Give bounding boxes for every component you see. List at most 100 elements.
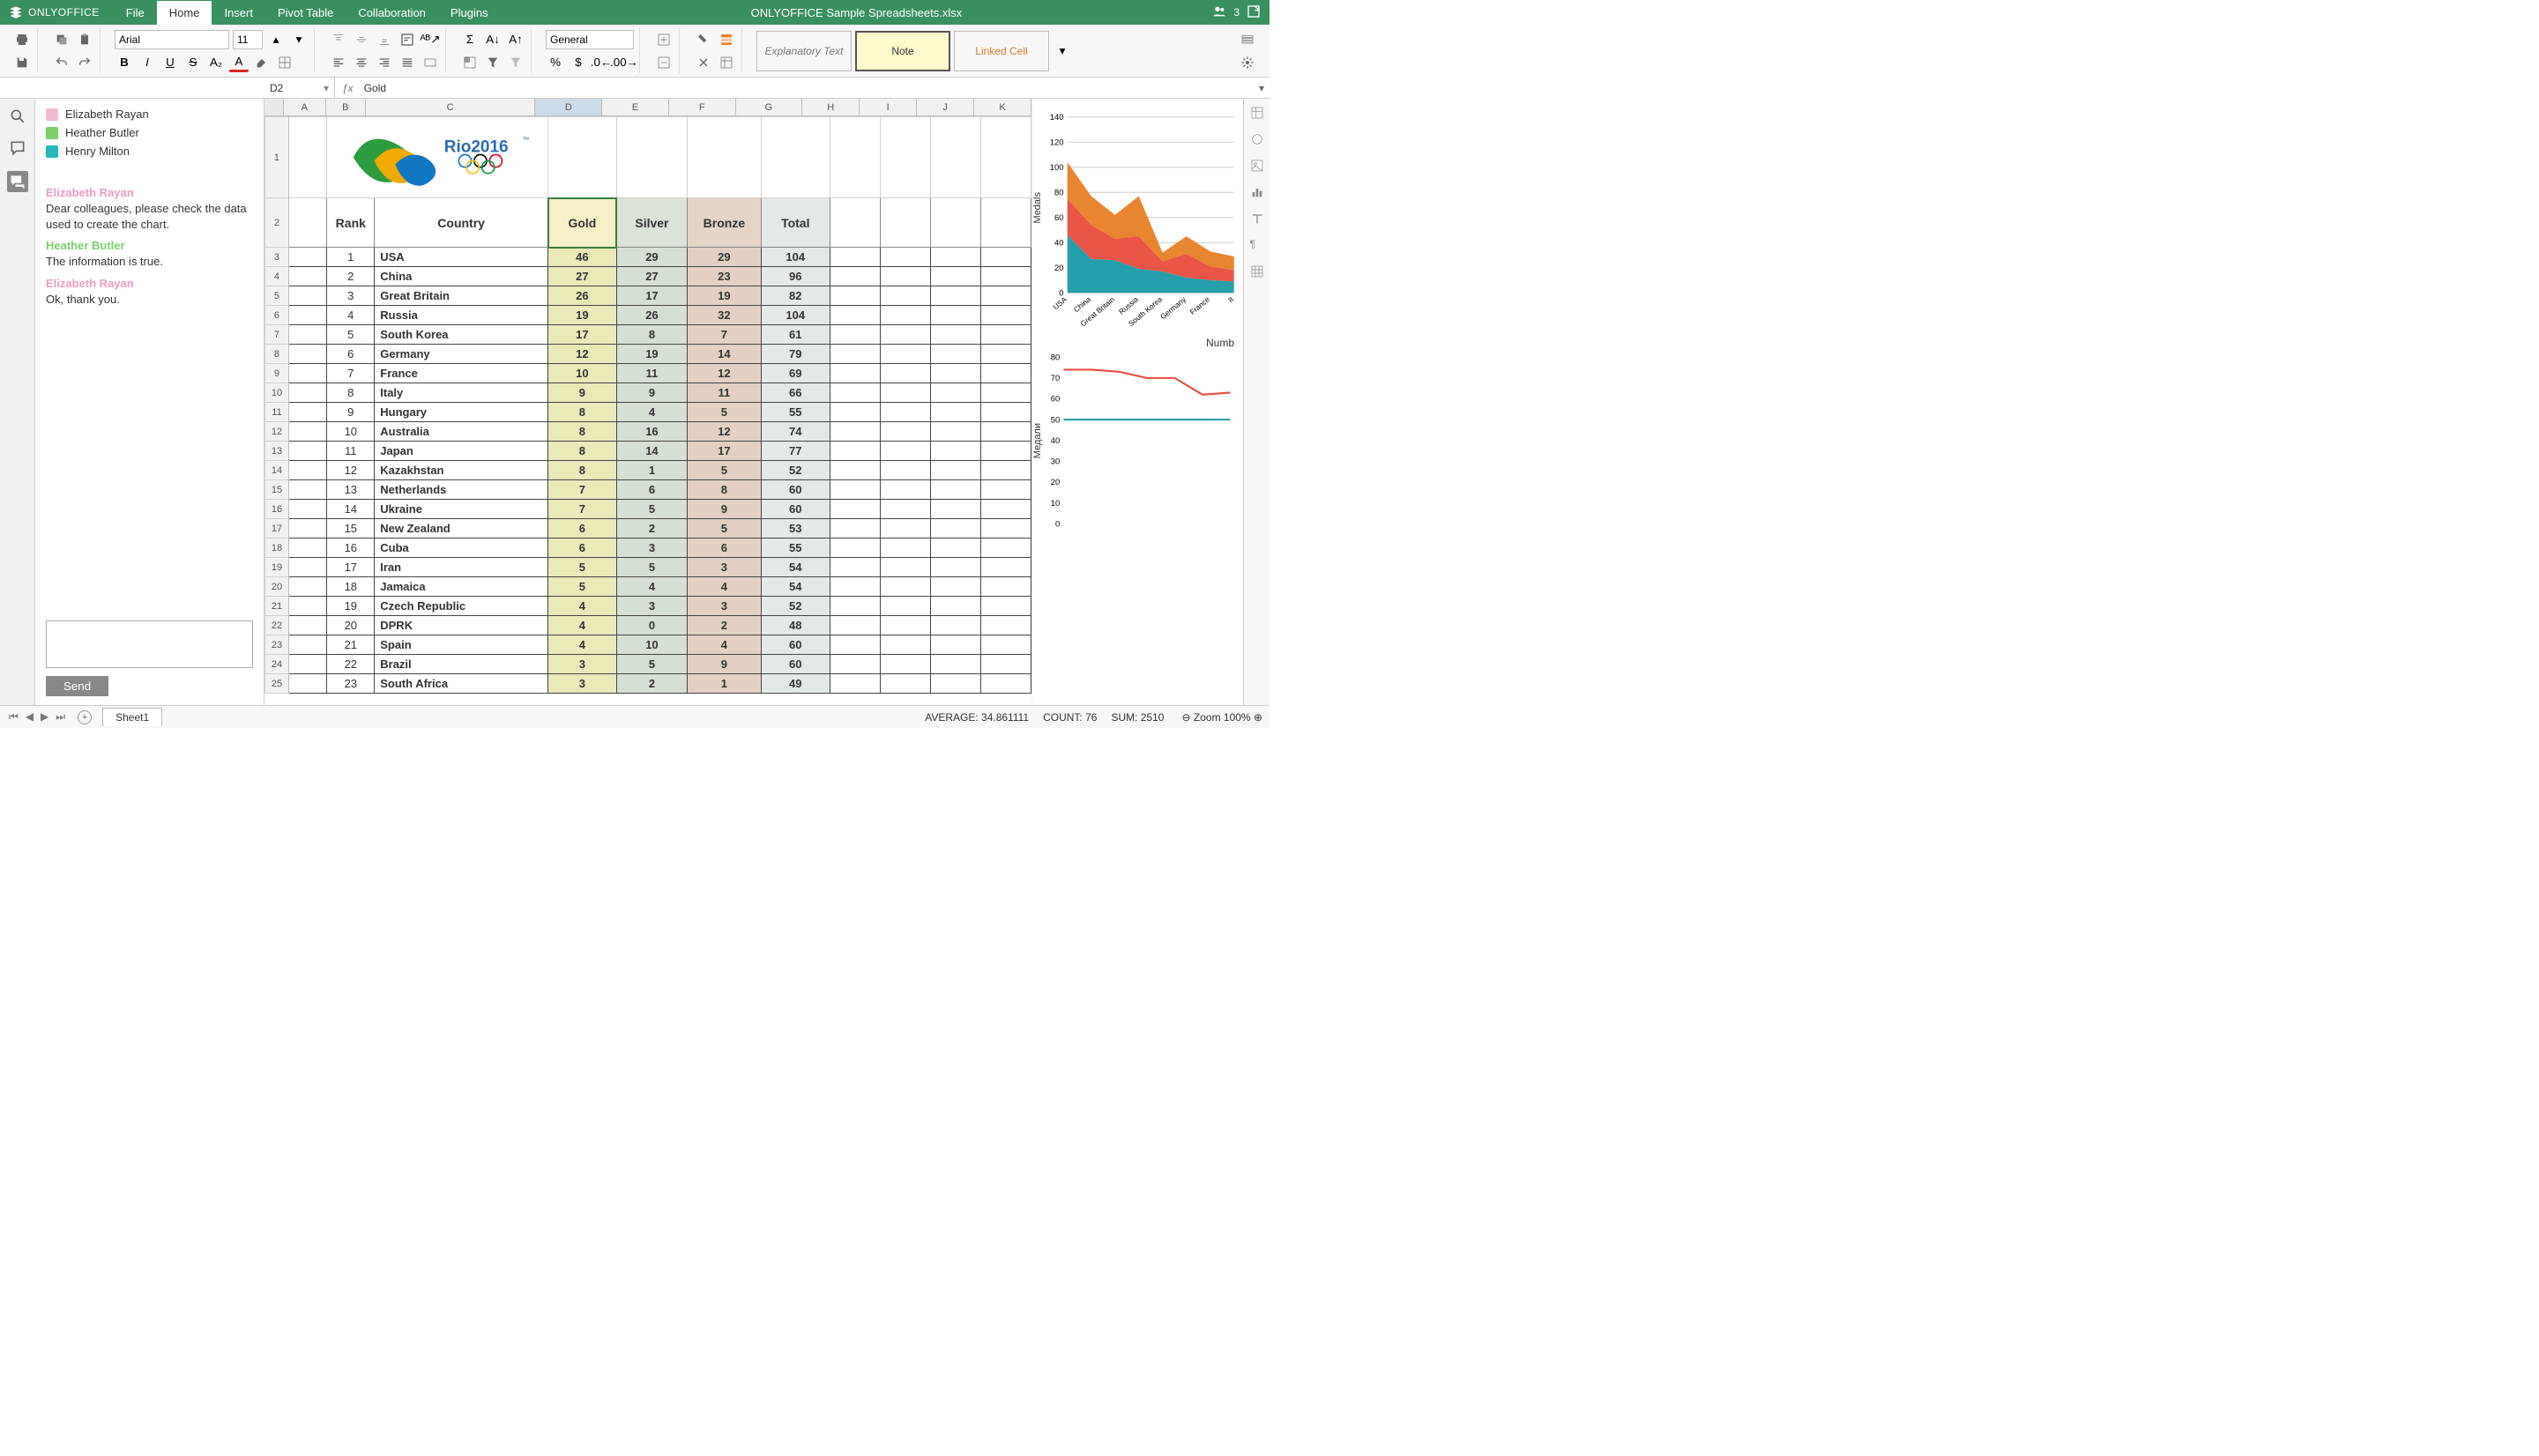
cell-bronze[interactable]: 2 (688, 616, 762, 635)
select-all-corner[interactable] (264, 99, 284, 115)
formula-input[interactable]: Gold (361, 82, 1254, 94)
col-header-D[interactable]: D (535, 99, 602, 115)
italic-button[interactable]: I (138, 53, 157, 72)
cell-silver[interactable]: 4 (616, 403, 687, 422)
row-header[interactable]: 11 (265, 403, 289, 422)
cell-total[interactable]: 54 (761, 558, 830, 577)
cell-rank[interactable]: 9 (327, 403, 375, 422)
view-icon[interactable] (1238, 30, 1257, 49)
menu-home[interactable]: Home (157, 1, 212, 25)
cell-total[interactable]: 54 (761, 577, 830, 597)
clearfilter-button[interactable] (506, 53, 525, 72)
menu-insert[interactable]: Insert (212, 1, 265, 25)
paint-button[interactable] (694, 30, 713, 49)
cell-gold[interactable]: 4 (548, 597, 617, 616)
formattable-button[interactable] (717, 30, 736, 49)
col-header-F[interactable]: F (669, 99, 736, 115)
cell-total[interactable]: 96 (761, 267, 830, 286)
cell-total[interactable]: 77 (761, 442, 830, 461)
row-header[interactable]: 7 (265, 325, 289, 345)
numfmt-select[interactable] (546, 30, 634, 49)
para-settings-icon[interactable]: ¶ (1250, 238, 1264, 252)
align-just-button[interactable] (398, 53, 417, 72)
save-button[interactable] (12, 53, 32, 72)
cell-rank[interactable]: 5 (327, 325, 375, 345)
decdec-button[interactable]: .0← (592, 53, 611, 72)
row-header[interactable]: 3 (265, 248, 289, 267)
row-header[interactable]: 12 (265, 422, 289, 442)
cell-silver[interactable]: 8 (616, 325, 687, 345)
cell-bronze[interactable]: 4 (688, 577, 762, 597)
cell-gold[interactable]: 7 (548, 480, 617, 500)
cell-gold[interactable]: 4 (548, 616, 617, 635)
cell-country[interactable]: Ukraine (375, 500, 548, 519)
cell-country[interactable]: Great Britain (375, 286, 548, 306)
cell-gold[interactable]: 46 (548, 248, 617, 267)
chart-number[interactable]: Numb Медали 01020304050607080 (1036, 335, 1240, 555)
font-input[interactable] (115, 30, 229, 49)
cell-silver[interactable]: 17 (616, 286, 687, 306)
cell-silver[interactable]: 10 (616, 635, 687, 655)
cell-total[interactable]: 60 (761, 500, 830, 519)
sheet-prev-button[interactable]: ◀ (24, 710, 35, 724)
cell-total[interactable]: 60 (761, 635, 830, 655)
users-icon[interactable] (1212, 4, 1226, 21)
col-header-K[interactable]: K (974, 99, 1031, 115)
row-header[interactable]: 21 (265, 597, 289, 616)
align-right-button[interactable] (375, 53, 394, 72)
col-header-B[interactable]: B (326, 99, 366, 115)
cell-country[interactable]: Iran (375, 558, 548, 577)
cell-silver[interactable]: 1 (616, 461, 687, 480)
sheet-tab[interactable]: Sheet1 (102, 708, 162, 726)
cell-country[interactable]: Italy (375, 383, 548, 403)
cell-gold[interactable]: 7 (548, 500, 617, 519)
zoom-out-button[interactable]: ⊖ (1181, 711, 1190, 724)
cell-rank[interactable]: 17 (327, 558, 375, 577)
row-header[interactable]: 5 (265, 286, 289, 306)
wrap-button[interactable] (398, 30, 417, 49)
align-center-button[interactable] (352, 53, 371, 72)
cell-bronze[interactable]: 1 (688, 674, 762, 694)
cell-country[interactable]: Hungary (375, 403, 548, 422)
cell-country[interactable]: China (375, 267, 548, 286)
sheet-last-button[interactable]: ⏭ (54, 710, 67, 724)
sheet-first-button[interactable]: ⏮ (7, 710, 20, 724)
add-sheet-button[interactable]: + (78, 710, 92, 724)
cell-silver[interactable]: 29 (616, 248, 687, 267)
cell-country[interactable]: Kazakhstan (375, 461, 548, 480)
cell-gold[interactable]: 27 (548, 267, 617, 286)
th-total[interactable]: Total (761, 198, 830, 248)
redo-button[interactable] (75, 53, 94, 72)
cell-rank[interactable]: 2 (327, 267, 375, 286)
cell-total[interactable]: 52 (761, 597, 830, 616)
cell-settings-icon[interactable] (1250, 106, 1264, 120)
cell-bronze[interactable]: 8 (688, 480, 762, 500)
cell-bronze[interactable]: 23 (688, 267, 762, 286)
cell-country[interactable]: Netherlands (375, 480, 548, 500)
cell-gold[interactable]: 3 (548, 655, 617, 674)
cell-total[interactable]: 74 (761, 422, 830, 442)
grid[interactable]: 1 Rio2016™ 2 Rank Country Gold Silver Br… (264, 116, 1031, 705)
cell-bronze[interactable]: 11 (688, 383, 762, 403)
cell-gold[interactable]: 9 (548, 383, 617, 403)
cell-total[interactable]: 69 (761, 364, 830, 383)
col-header-I[interactable]: I (860, 99, 917, 115)
cell-silver[interactable]: 3 (616, 597, 687, 616)
sortdesc-button[interactable]: A↑ (506, 30, 525, 49)
image-settings-icon[interactable] (1250, 159, 1264, 173)
cell-total[interactable]: 52 (761, 461, 830, 480)
cell-silver[interactable]: 16 (616, 422, 687, 442)
decfont-button[interactable]: ▾ (289, 30, 309, 49)
cell-silver[interactable]: 3 (616, 539, 687, 558)
currency-button[interactable]: $ (569, 53, 588, 72)
cell-silver[interactable]: 27 (616, 267, 687, 286)
col-header-E[interactable]: E (602, 99, 669, 115)
row-header[interactable]: 20 (265, 577, 289, 597)
chart-medals[interactable]: Medals 020406080100120140USAChinaGreat B… (1036, 104, 1240, 324)
row-header[interactable]: 10 (265, 383, 289, 403)
strike-button[interactable]: S (183, 53, 203, 72)
incdec-button[interactable]: .00→ (614, 53, 634, 72)
cell-gold[interactable]: 12 (548, 345, 617, 364)
col-header-C[interactable]: C (366, 99, 536, 115)
cell-bronze[interactable]: 19 (688, 286, 762, 306)
